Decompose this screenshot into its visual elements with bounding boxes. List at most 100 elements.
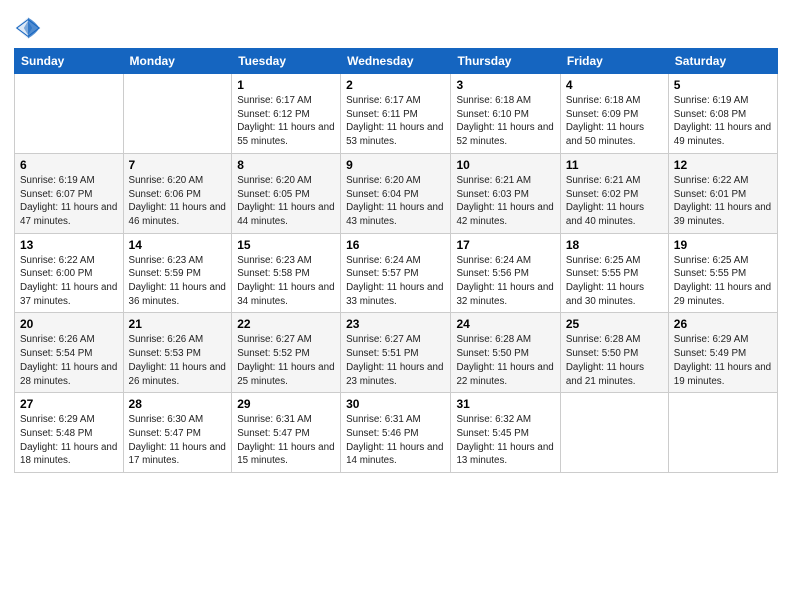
calendar-cell: 21Sunrise: 6:26 AMSunset: 5:53 PMDayligh… bbox=[123, 313, 232, 393]
calendar-cell: 28 Sunrise: 6:30 AMSunset: 5:47 PMDayligh… bbox=[123, 393, 232, 473]
cell-info: Sunrise: 6:29 AMSunset: 5:49 PMDaylight:… bbox=[674, 334, 771, 386]
day-number: 18 bbox=[566, 238, 663, 252]
day-number: 26 bbox=[674, 317, 772, 331]
day-number: 27 bbox=[20, 397, 118, 411]
cell-info: Sunrise: 6:32 AMSunset: 5:45 PMDaylight:… bbox=[456, 414, 553, 466]
day-number: 29 bbox=[237, 397, 335, 411]
calendar-cell: 27 Sunrise: 6:29 AMSunset: 5:48 PMDayligh… bbox=[15, 393, 124, 473]
calendar-cell: 10Sunrise: 6:21 AMSunset: 6:03 PMDayligh… bbox=[451, 153, 560, 233]
weekday-header: Tuesday bbox=[232, 49, 341, 74]
day-number: 1 bbox=[237, 78, 335, 92]
cell-info: Sunrise: 6:31 AMSunset: 5:47 PMDaylight:… bbox=[237, 414, 334, 466]
day-number: 8 bbox=[237, 158, 335, 172]
day-number: 30 bbox=[346, 397, 445, 411]
cell-info: Sunrise: 6:18 AMSunset: 6:09 PMDaylight:… bbox=[566, 95, 644, 147]
cell-info: Sunrise: 6:26 AMSunset: 5:53 PMDaylight:… bbox=[129, 334, 226, 386]
cell-info: Sunrise: 6:25 AMSunset: 5:55 PMDaylight:… bbox=[566, 255, 644, 307]
calendar-cell: 31 Sunrise: 6:32 AMSunset: 5:45 PMDayligh… bbox=[451, 393, 560, 473]
calendar-cell: 24 Sunrise: 6:28 AMSunset: 5:50 PMDayligh… bbox=[451, 313, 560, 393]
cell-info: Sunrise: 6:23 AMSunset: 5:59 PMDaylight:… bbox=[129, 255, 226, 307]
calendar-cell: 9Sunrise: 6:20 AMSunset: 6:04 PMDaylight… bbox=[341, 153, 451, 233]
cell-info: Sunrise: 6:19 AMSunset: 6:07 PMDaylight:… bbox=[20, 175, 117, 227]
weekday-header: Monday bbox=[123, 49, 232, 74]
day-number: 9 bbox=[346, 158, 445, 172]
cell-info: Sunrise: 6:29 AMSunset: 5:48 PMDaylight:… bbox=[20, 414, 117, 466]
calendar-cell: 23 Sunrise: 6:27 AMSunset: 5:51 PMDayligh… bbox=[341, 313, 451, 393]
calendar-cell bbox=[560, 393, 668, 473]
calendar-cell bbox=[15, 74, 124, 154]
calendar-cell: 2Sunrise: 6:17 AMSunset: 6:11 PMDaylight… bbox=[341, 74, 451, 154]
cell-info: Sunrise: 6:20 AMSunset: 6:05 PMDaylight:… bbox=[237, 175, 334, 227]
calendar-cell: 18 Sunrise: 6:25 AMSunset: 5:55 PMDayligh… bbox=[560, 233, 668, 313]
calendar-cell: 25 Sunrise: 6:28 AMSunset: 5:50 PMDayligh… bbox=[560, 313, 668, 393]
calendar-cell: 19 Sunrise: 6:25 AMSunset: 5:55 PMDayligh… bbox=[668, 233, 777, 313]
calendar-cell: 20 Sunrise: 6:26 AMSunset: 5:54 PMDayligh… bbox=[15, 313, 124, 393]
day-number: 22 bbox=[237, 317, 335, 331]
calendar-cell bbox=[668, 393, 777, 473]
calendar-cell: 3 Sunrise: 6:18 AMSunset: 6:10 PMDaylight… bbox=[451, 74, 560, 154]
day-number: 19 bbox=[674, 238, 772, 252]
cell-info: Sunrise: 6:25 AMSunset: 5:55 PMDaylight:… bbox=[674, 255, 771, 307]
day-number: 25 bbox=[566, 317, 663, 331]
day-number: 7 bbox=[129, 158, 227, 172]
day-number: 20 bbox=[20, 317, 118, 331]
cell-info: Sunrise: 6:24 AMSunset: 5:57 PMDaylight:… bbox=[346, 255, 443, 307]
cell-info: Sunrise: 6:18 AMSunset: 6:10 PMDaylight:… bbox=[456, 95, 553, 147]
calendar-cell: 26 Sunrise: 6:29 AMSunset: 5:49 PMDayligh… bbox=[668, 313, 777, 393]
cell-info: Sunrise: 6:22 AMSunset: 6:00 PMDaylight:… bbox=[20, 255, 117, 307]
day-number: 31 bbox=[456, 397, 554, 411]
weekday-header: Saturday bbox=[668, 49, 777, 74]
day-number: 28 bbox=[129, 397, 227, 411]
calendar-cell: 17 Sunrise: 6:24 AMSunset: 5:56 PMDayligh… bbox=[451, 233, 560, 313]
cell-info: Sunrise: 6:17 AMSunset: 6:12 PMDaylight:… bbox=[237, 95, 334, 147]
calendar-cell: 13 Sunrise: 6:22 AMSunset: 6:00 PMDayligh… bbox=[15, 233, 124, 313]
cell-info: Sunrise: 6:20 AMSunset: 6:06 PMDaylight:… bbox=[129, 175, 226, 227]
cell-info: Sunrise: 6:21 AMSunset: 6:02 PMDaylight:… bbox=[566, 175, 644, 227]
cell-info: Sunrise: 6:27 AMSunset: 5:52 PMDaylight:… bbox=[237, 334, 334, 386]
calendar-week-row: 27 Sunrise: 6:29 AMSunset: 5:48 PMDayligh… bbox=[15, 393, 778, 473]
calendar-cell: 30 Sunrise: 6:31 AMSunset: 5:46 PMDayligh… bbox=[341, 393, 451, 473]
day-number: 6 bbox=[20, 158, 118, 172]
weekday-header: Thursday bbox=[451, 49, 560, 74]
calendar-week-row: 13 Sunrise: 6:22 AMSunset: 6:00 PMDayligh… bbox=[15, 233, 778, 313]
logo-icon bbox=[14, 14, 42, 42]
calendar-cell: 11 Sunrise: 6:21 AMSunset: 6:02 PMDayligh… bbox=[560, 153, 668, 233]
calendar-cell: 8 Sunrise: 6:20 AMSunset: 6:05 PMDaylight… bbox=[232, 153, 341, 233]
day-number: 24 bbox=[456, 317, 554, 331]
weekday-header: Wednesday bbox=[341, 49, 451, 74]
calendar-cell bbox=[123, 74, 232, 154]
header bbox=[14, 10, 778, 42]
calendar-cell: 16 Sunrise: 6:24 AMSunset: 5:57 PMDayligh… bbox=[341, 233, 451, 313]
calendar-cell: 14 Sunrise: 6:23 AMSunset: 5:59 PMDayligh… bbox=[123, 233, 232, 313]
day-number: 17 bbox=[456, 238, 554, 252]
cell-info: Sunrise: 6:19 AMSunset: 6:08 PMDaylight:… bbox=[674, 95, 771, 147]
day-number: 11 bbox=[566, 158, 663, 172]
cell-info: Sunrise: 6:22 AMSunset: 6:01 PMDaylight:… bbox=[674, 175, 771, 227]
cell-info: Sunrise: 6:27 AMSunset: 5:51 PMDaylight:… bbox=[346, 334, 443, 386]
day-number: 14 bbox=[129, 238, 227, 252]
calendar-header-row: SundayMondayTuesdayWednesdayThursdayFrid… bbox=[15, 49, 778, 74]
calendar-cell: 1 Sunrise: 6:17 AMSunset: 6:12 PMDaylight… bbox=[232, 74, 341, 154]
day-number: 16 bbox=[346, 238, 445, 252]
day-number: 12 bbox=[674, 158, 772, 172]
calendar-cell: 6 Sunrise: 6:19 AMSunset: 6:07 PMDaylight… bbox=[15, 153, 124, 233]
day-number: 4 bbox=[566, 78, 663, 92]
cell-info: Sunrise: 6:28 AMSunset: 5:50 PMDaylight:… bbox=[566, 334, 644, 386]
calendar-week-row: 20 Sunrise: 6:26 AMSunset: 5:54 PMDayligh… bbox=[15, 313, 778, 393]
calendar-cell: 12 Sunrise: 6:22 AMSunset: 6:01 PMDayligh… bbox=[668, 153, 777, 233]
day-number: 13 bbox=[20, 238, 118, 252]
cell-info: Sunrise: 6:26 AMSunset: 5:54 PMDaylight:… bbox=[20, 334, 117, 386]
cell-info: Sunrise: 6:28 AMSunset: 5:50 PMDaylight:… bbox=[456, 334, 553, 386]
day-number: 2 bbox=[346, 78, 445, 92]
calendar-cell: 15Sunrise: 6:23 AMSunset: 5:58 PMDayligh… bbox=[232, 233, 341, 313]
calendar-cell: 4 Sunrise: 6:18 AMSunset: 6:09 PMDaylight… bbox=[560, 74, 668, 154]
cell-info: Sunrise: 6:31 AMSunset: 5:46 PMDaylight:… bbox=[346, 414, 443, 466]
day-number: 15 bbox=[237, 238, 335, 252]
day-number: 5 bbox=[674, 78, 772, 92]
cell-info: Sunrise: 6:21 AMSunset: 6:03 PMDaylight:… bbox=[456, 175, 553, 227]
day-number: 23 bbox=[346, 317, 445, 331]
calendar-cell: 22 Sunrise: 6:27 AMSunset: 5:52 PMDayligh… bbox=[232, 313, 341, 393]
cell-info: Sunrise: 6:24 AMSunset: 5:56 PMDaylight:… bbox=[456, 255, 553, 307]
day-number: 3 bbox=[456, 78, 554, 92]
cell-info: Sunrise: 6:30 AMSunset: 5:47 PMDaylight:… bbox=[129, 414, 226, 466]
